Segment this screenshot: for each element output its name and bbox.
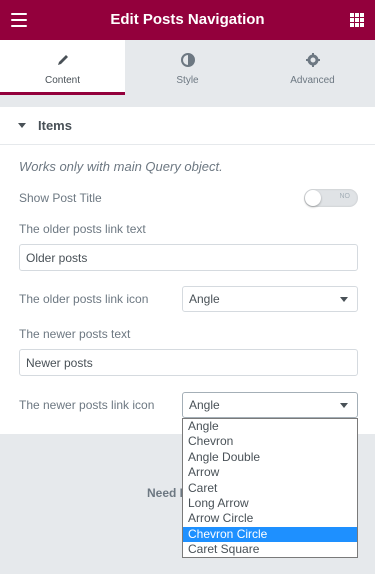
older-icon-label: The older posts link icon [19, 292, 149, 306]
dropdown-option[interactable]: Chevron Circle [183, 526, 357, 543]
tab-content[interactable]: Content [0, 40, 125, 95]
tab-label: Content [44, 75, 81, 86]
toggle-knob [305, 190, 321, 206]
half-circle-icon [125, 53, 250, 69]
tab-style[interactable]: Style [125, 40, 250, 95]
query-note: Works only with main Query object. [19, 159, 223, 174]
chevron-down-icon [340, 297, 348, 302]
tab-advanced[interactable]: Advanced [250, 40, 375, 95]
older-icon-select[interactable]: Angle [182, 286, 358, 312]
section-items-toggle[interactable]: Items [0, 107, 375, 145]
tab-label: Advanced [290, 75, 335, 86]
dropdown-option[interactable]: Arrow Circle [183, 511, 357, 526]
tab-label: Style [176, 75, 199, 86]
newer-icon-label: The newer posts link icon [19, 398, 155, 412]
newer-text-label: The newer posts text [19, 327, 131, 341]
select-value: Angle [189, 292, 220, 306]
chevron-down-icon [340, 403, 348, 408]
show-post-title-label: Show Post Title [19, 191, 102, 205]
caret-down-icon [18, 123, 26, 128]
newer-icon-select[interactable]: Angle [182, 392, 358, 418]
select-value: Angle [189, 398, 220, 412]
dropdown-option[interactable]: Long Arrow [183, 496, 357, 511]
show-post-title-toggle[interactable]: NO [304, 189, 358, 207]
editor-header: Edit Posts Navigation [0, 0, 375, 40]
newer-text-input[interactable]: Newer posts [19, 349, 358, 376]
dropdown-option[interactable]: Chevron [183, 434, 357, 449]
older-text-label: The older posts link text [19, 222, 146, 236]
pencil-icon [0, 53, 125, 69]
dropdown-option[interactable]: Caret [183, 481, 357, 496]
older-text-input[interactable]: Older posts [19, 244, 358, 271]
page-title: Edit Posts Navigation [110, 11, 265, 28]
gear-icon [250, 53, 375, 69]
icon-dropdown-list[interactable]: Angle Chevron Angle Double Arrow Caret Long A… [182, 418, 358, 558]
widgets-grid-icon[interactable] [350, 13, 364, 27]
dropdown-option[interactable]: Angle Double [183, 450, 357, 465]
dropdown-option[interactable]: Angle [183, 419, 357, 434]
toggle-text: NO [339, 193, 351, 200]
panel-tabs: Content Style Advanced [0, 40, 375, 95]
dropdown-option[interactable]: Arrow [183, 465, 357, 480]
section-title: Items [38, 118, 72, 133]
controls-panel: Items Works only with main Query object.… [0, 107, 375, 434]
dropdown-option[interactable]: Caret Square [183, 542, 357, 557]
